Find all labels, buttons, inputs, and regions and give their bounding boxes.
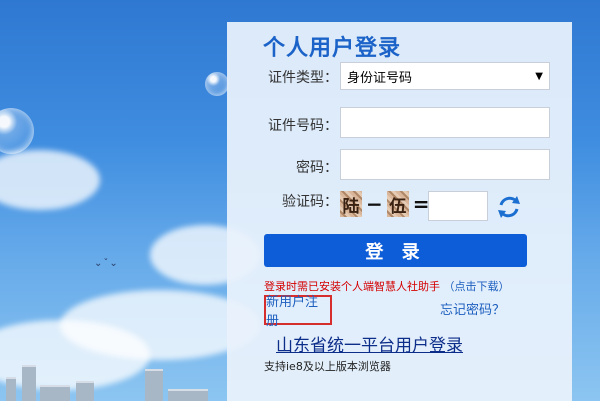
captcha-char-1: 陆 bbox=[340, 191, 362, 217]
city-skyline bbox=[0, 361, 230, 401]
captcha-input[interactable] bbox=[428, 191, 488, 221]
refresh-icon[interactable] bbox=[495, 193, 523, 221]
page-title: 个人用户登录 bbox=[263, 36, 402, 61]
unified-login-link[interactable]: 山东省统一平台用户登录 bbox=[276, 331, 463, 356]
download-link[interactable]: （点击下载） bbox=[444, 280, 510, 293]
browser-support-note: 支持ie8及以上版本浏览器 bbox=[264, 360, 391, 373]
bubble-small bbox=[205, 72, 229, 96]
id-number-label: 证件号码： bbox=[268, 118, 338, 134]
id-type-value: 身份证号码 bbox=[347, 70, 413, 86]
login-button[interactable]: 登 录 bbox=[264, 234, 527, 267]
bubble-large bbox=[0, 108, 34, 154]
password-input[interactable] bbox=[340, 149, 550, 180]
captcha-label: 验证码： bbox=[282, 194, 338, 210]
chevron-down-icon: ▼ bbox=[535, 70, 543, 82]
id-type-label: 证件类型： bbox=[268, 70, 338, 86]
forgot-password-link[interactable]: 忘记密码？ bbox=[440, 299, 505, 318]
captcha-operator: − bbox=[366, 192, 383, 216]
id-type-select[interactable]: 身份证号码 ▼ bbox=[340, 62, 550, 90]
password-label: 密码： bbox=[296, 160, 338, 176]
id-number-input[interactable] bbox=[340, 107, 550, 138]
birds-decoration: ⌄ˇ⌄ bbox=[94, 258, 119, 269]
captcha-char-2: 伍 bbox=[386, 191, 409, 217]
register-link[interactable]: 新用户注册 bbox=[264, 295, 332, 329]
captcha-image: 陆 − 伍 = bbox=[340, 191, 434, 217]
